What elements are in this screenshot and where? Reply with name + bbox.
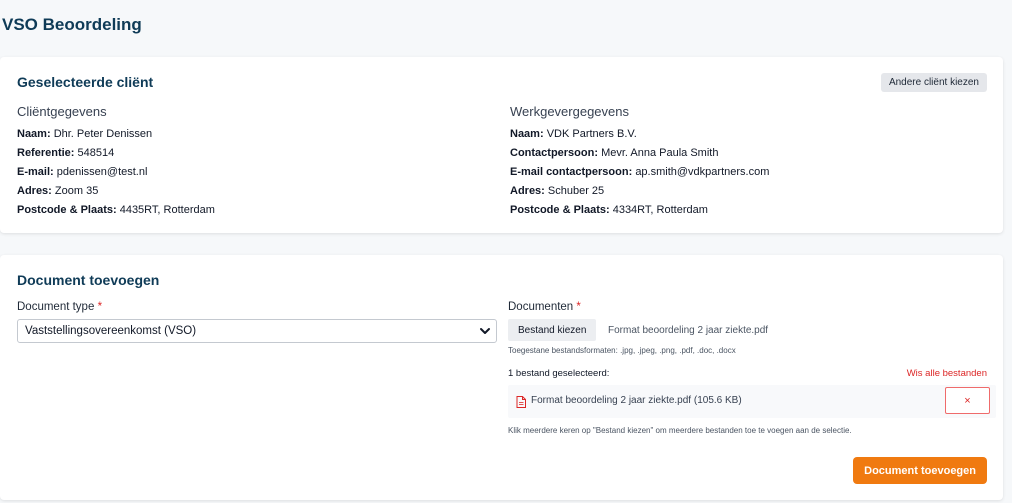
client-reference-row: Referentie: 548514 [17,144,215,163]
client-name-row: Naam: Dhr. Peter Denissen [17,125,215,144]
client-address-label: Adres: [17,185,52,197]
client-details: Cliëntgegevens Naam: Dhr. Peter Denissen… [17,104,215,220]
employer-address-label: Adres: [510,185,545,197]
client-reference-label: Referentie: [17,147,75,159]
change-client-button[interactable]: Andere cliënt kiezen [880,73,987,92]
required-mark: * [97,301,103,313]
employer-name-label: Naam: [510,128,544,140]
employer-address-row: Adres: Schuber 25 [510,182,769,201]
selected-file-row: Format beoordeling 2 jaar ziekte.pdf (10… [508,385,996,418]
employer-email-label: E-mail contactpersoon: [510,166,633,178]
employer-details: Werkgevergegevens Naam: VDK Partners B.V… [510,104,769,220]
page-title: VSO Beoordeling [2,15,142,34]
selected-client-card: Geselecteerde cliënt Andere cliënt kieze… [0,57,1003,233]
employer-postcode-value: 4334RT, Rotterdam [612,204,708,216]
document-type-selected: Vaststellingsovereenkomst (VSO) [25,325,197,337]
clear-all-files-link[interactable]: Wis alle bestanden [907,368,987,379]
employer-contact-label: Contactpersoon: [510,147,598,159]
pdf-file-icon [516,396,526,408]
client-name-label: Naam: [17,128,51,140]
client-address-row: Adres: Zoom 35 [17,182,215,201]
employer-contact-value: Mevr. Anna Paula Smith [601,147,719,159]
selected-file-name: Format beoordeling 2 jaar ziekte.pdf (10… [531,395,742,406]
chosen-file-name: Format beoordeling 2 jaar ziekte.pdf [608,325,769,336]
employer-email-value: ap.smith@vdkpartners.com [635,166,770,178]
selected-file-count: 1 bestand geselecteerd: [508,368,610,379]
client-email-value: pdenissen@test.nl [56,166,148,178]
employer-contact-row: Contactpersoon: Mevr. Anna Paula Smith [510,144,769,163]
document-type-label-text: Document type [17,301,95,313]
client-email-label: E-mail: [17,166,54,178]
client-reference-value: 548514 [77,147,115,159]
required-mark: * [576,301,581,313]
client-details-heading: Cliëntgegevens [17,104,107,119]
multiple-files-hint: Klik meerdere keren op "Bestand kiezen" … [508,426,852,435]
chevron-down-icon [480,328,490,334]
close-icon: × [964,394,971,407]
employer-name-row: Naam: VDK Partners B.V. [510,125,769,144]
client-address-value: Zoom 35 [54,185,99,197]
document-type-select[interactable]: Vaststellingsovereenkomst (VSO) [17,319,497,343]
client-email-row: E-mail: pdenissen@test.nl [17,163,215,182]
choose-file-button[interactable]: Bestand kiezen [508,319,597,341]
documents-label-text: Documenten [508,301,574,313]
add-document-button[interactable]: Document toevoegen [853,457,987,484]
employer-postcode-row: Postcode & Plaats: 4334RT, Rotterdam [510,201,769,220]
employer-details-heading: Werkgevergegevens [510,104,629,119]
client-postcode-value: 4435RT, Rotterdam [119,204,215,216]
allowed-formats-hint: Toegestane bestandsformaten: .jpg, .jpeg… [508,346,736,355]
add-document-title: Document toevoegen [17,272,160,288]
employer-address-value: Schuber 25 [547,185,605,197]
client-name-value: Dhr. Peter Denissen [53,128,153,140]
employer-name-value: VDK Partners B.V. [546,128,637,140]
document-type-label: Document type * [17,301,102,313]
employer-email-row: E-mail contactpersoon: ap.smith@vdkpartn… [510,163,769,182]
add-document-card: Document toevoegen Document type * Vasts… [0,255,1003,500]
selected-client-title: Geselecteerde cliënt [17,74,154,90]
client-postcode-label: Postcode & Plaats: [17,204,117,216]
remove-file-button[interactable]: × [945,387,990,414]
client-postcode-row: Postcode & Plaats: 4435RT, Rotterdam [17,201,215,220]
employer-postcode-label: Postcode & Plaats: [510,204,610,216]
documents-label: Documenten * [508,301,581,313]
